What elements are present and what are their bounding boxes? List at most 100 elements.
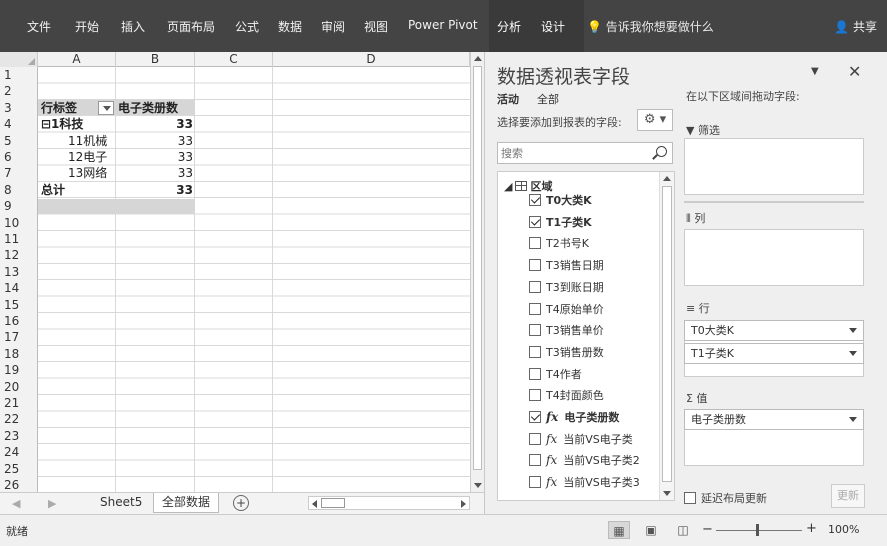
tab-page-layout[interactable]: 页面布局 <box>167 18 215 35</box>
scroll-up-icon[interactable] <box>474 56 482 61</box>
field-checkbox[interactable] <box>529 259 541 272</box>
field-list-scroll-thumb[interactable] <box>662 186 672 482</box>
gear-dropdown-button[interactable]: ⚙ ▾ <box>637 109 673 131</box>
tab-home[interactable]: 开始 <box>75 18 99 35</box>
zoom-out-button[interactable]: − <box>702 522 713 537</box>
field-item[interactable]: T3到账日期 <box>529 279 604 295</box>
row-header[interactable]: 17 <box>0 329 38 345</box>
scroll-right-icon[interactable] <box>461 500 466 508</box>
field-item[interactable]: fx 当前VS电子类2 <box>529 452 640 468</box>
chevron-down-icon[interactable] <box>849 417 857 422</box>
field-checkbox[interactable] <box>529 411 541 423</box>
row-header[interactable]: 19 <box>0 362 38 378</box>
field-item[interactable]: T4作者 <box>529 366 582 382</box>
field-checkbox[interactable] <box>529 476 541 489</box>
field-checkbox[interactable] <box>529 389 541 402</box>
search-icon[interactable] <box>656 146 667 157</box>
tab-insert[interactable]: 插入 <box>121 18 145 35</box>
horizontal-scroll-thumb[interactable] <box>321 498 345 508</box>
horizontal-scrollbar[interactable] <box>308 496 470 510</box>
row-field-chip[interactable]: T0大类K <box>684 320 864 341</box>
column-header-d[interactable]: D <box>273 52 470 67</box>
field-checkbox[interactable] <box>529 194 541 206</box>
page-break-view-icon[interactable]: ◫ <box>672 521 694 539</box>
pivot-item-label[interactable]: 11机械 <box>68 133 107 149</box>
add-sheet-button[interactable]: + <box>233 495 249 511</box>
tab-view[interactable]: 视图 <box>364 18 388 35</box>
vertical-scroll-thumb[interactable] <box>473 66 482 470</box>
field-item[interactable]: fx 当前VS电子类 <box>529 431 633 447</box>
chevron-down-icon[interactable] <box>849 328 857 333</box>
field-checkbox[interactable] <box>529 324 541 337</box>
tab-active[interactable]: 活动 <box>497 91 519 107</box>
next-sheet-icon[interactable]: ▶ <box>48 497 56 510</box>
pivot-item-label[interactable]: 12电子 <box>68 149 107 165</box>
share-button[interactable]: 👤 共享 <box>834 18 877 35</box>
row-header[interactable]: 24 <box>0 444 38 460</box>
row-header[interactable]: 23 <box>0 428 38 444</box>
field-item[interactable]: T3销售单价 <box>529 322 604 338</box>
row-header[interactable]: 1 <box>0 67 38 83</box>
pivot-total-label[interactable]: 总计 <box>41 182 65 198</box>
pivot-item-label[interactable]: 13网络 <box>68 165 107 181</box>
tell-me-box[interactable]: 💡 告诉我你想要做什么 <box>587 18 714 35</box>
column-header-c[interactable]: C <box>195 52 273 67</box>
field-checkbox[interactable] <box>529 432 541 445</box>
tab-design[interactable]: 设计 <box>541 18 565 35</box>
row-header[interactable]: 20 <box>0 379 38 395</box>
row-header[interactable]: 16 <box>0 313 38 329</box>
defer-layout-update[interactable]: 延迟布局更新 <box>684 490 767 506</box>
vertical-scrollbar[interactable] <box>470 52 484 492</box>
row-header[interactable]: 3 <box>0 100 38 116</box>
field-item[interactable]: T3销售日期 <box>529 257 604 273</box>
pivot-row-labels-header[interactable]: 行标签 <box>41 100 77 116</box>
field-item[interactable]: T0大类K <box>529 192 592 208</box>
pivot-item-value[interactable]: 33 <box>116 133 193 149</box>
filter-area[interactable] <box>684 138 864 195</box>
field-item[interactable]: T4封面颜色 <box>529 387 604 403</box>
row-header[interactable]: 7 <box>0 165 38 181</box>
select-all-corner[interactable] <box>0 52 38 67</box>
row-header[interactable]: 15 <box>0 297 38 313</box>
row-header[interactable]: 9 <box>0 198 38 214</box>
field-item[interactable]: T3销售册数 <box>529 344 604 360</box>
row-header[interactable]: 4 <box>0 116 38 132</box>
update-button[interactable]: 更新 <box>831 484 865 508</box>
close-icon[interactable]: ✕ <box>848 62 861 81</box>
field-checkbox[interactable] <box>529 302 541 315</box>
row-header[interactable]: 6 <box>0 149 38 165</box>
tab-analyze[interactable]: 分析 <box>497 18 521 35</box>
field-checkbox[interactable] <box>529 280 541 293</box>
zoom-slider-thumb[interactable] <box>756 524 759 536</box>
field-checkbox[interactable] <box>529 367 541 380</box>
field-item[interactable]: T4原始单价 <box>529 301 604 317</box>
field-item[interactable]: fx 电子类册数 <box>529 409 619 425</box>
row-header[interactable]: 18 <box>0 346 38 362</box>
tab-all[interactable]: 全部 <box>537 91 559 107</box>
field-checkbox[interactable] <box>529 454 541 467</box>
pivot-group-label[interactable]: ⊟1科技 <box>41 116 83 132</box>
row-header[interactable]: 8 <box>0 182 38 198</box>
row-header[interactable]: 14 <box>0 280 38 296</box>
row-header[interactable]: 25 <box>0 461 38 477</box>
row-header[interactable]: 11 <box>0 231 38 247</box>
cell-grid[interactable]: 行标签 电子类册数 ⊟1科技 33 11机械 33 12电子 33 13网络 3… <box>38 67 470 492</box>
worksheet[interactable]: A B C D 1 2 3 4 5 6 7 8 9 10 11 12 13 14… <box>0 52 484 492</box>
row-label-filter-button[interactable] <box>98 101 114 115</box>
normal-view-icon[interactable]: ▦ <box>608 521 630 539</box>
row-header[interactable]: 13 <box>0 264 38 280</box>
pane-options-icon[interactable]: ▼ <box>811 66 819 77</box>
zoom-slider[interactable] <box>716 530 802 531</box>
sheet-tab-all-data[interactable]: 全部数据 <box>153 493 220 513</box>
scroll-up-icon[interactable] <box>663 176 671 181</box>
page-layout-view-icon[interactable]: ▣ <box>640 521 662 539</box>
chevron-down-icon[interactable] <box>849 351 857 356</box>
field-item[interactable]: T2书号K <box>529 235 589 251</box>
column-header-a[interactable]: A <box>38 52 116 67</box>
row-header[interactable]: 5 <box>0 133 38 149</box>
search-input[interactable] <box>498 143 648 163</box>
row-header[interactable]: 26 <box>0 477 38 492</box>
row-header[interactable]: 22 <box>0 411 38 427</box>
row-header[interactable]: 10 <box>0 215 38 231</box>
scroll-left-icon[interactable] <box>312 500 317 508</box>
